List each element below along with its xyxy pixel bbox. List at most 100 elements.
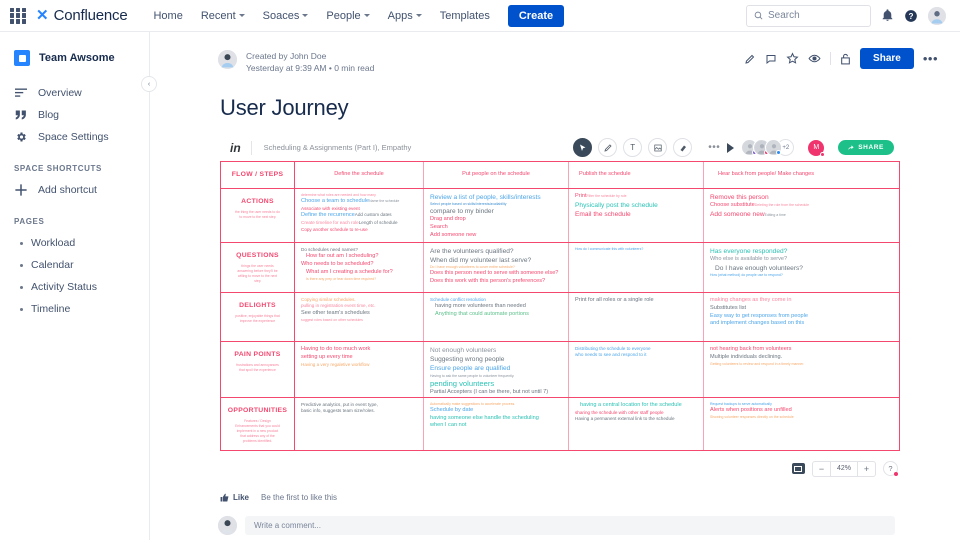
nav-item-spaces[interactable]: Soaces	[255, 6, 317, 26]
journey-cell[interactable]: How do I communicate this with volunteer…	[569, 242, 704, 292]
journey-note[interactable]: Alerts when positions are unfilled	[710, 407, 836, 415]
journey-note[interactable]: Are the volunteers qualified?	[430, 247, 562, 256]
confluence-home-link[interactable]: ✕ Confluence	[36, 7, 128, 24]
journey-note[interactable]: How (what method) do people use to respo…	[710, 273, 836, 278]
journey-note[interactable]: who needs to see and respond to it	[575, 352, 697, 359]
journey-cell[interactable]: Having to do too much work setting up eve…	[295, 341, 424, 397]
journey-note[interactable]: Review a list of people, skills/interest…	[430, 193, 562, 202]
text-tool-button[interactable]: T	[623, 138, 643, 158]
journey-note[interactable]: not hearing back from volunteers	[710, 346, 836, 354]
sidebar-page-activity-status[interactable]: Activity Status	[0, 276, 149, 298]
journey-cell[interactable]: Remove this person Choose substitute Dele…	[704, 189, 842, 242]
journey-cell[interactable]: Print for all roles or a single role	[569, 292, 704, 341]
journey-note[interactable]: making changes as they come in	[710, 297, 836, 305]
sidebar-collapse-button[interactable]: ‹	[141, 76, 157, 92]
journey-step-cell[interactable]: Define the schedule	[295, 161, 424, 188]
journey-note[interactable]: Substitutes list	[710, 305, 836, 313]
journey-cell[interactable]: Automatically make suggestions to accele…	[424, 397, 569, 450]
owner-avatar[interactable]: M	[808, 139, 826, 157]
watch-icon[interactable]	[808, 52, 821, 65]
journey-note[interactable]: Physically post the schedule	[575, 201, 697, 210]
share-button[interactable]: Share	[860, 48, 914, 69]
journey-note[interactable]: Does this work with this person's prefer…	[430, 278, 562, 286]
help-icon[interactable]: ?	[904, 9, 918, 23]
journey-note[interactable]: Define the recurrence Add custom dates	[301, 212, 417, 220]
add-shortcut-button[interactable]: Add shortcut	[0, 179, 149, 201]
journey-note[interactable]: Showing volunteer responses directly on …	[710, 415, 836, 420]
journey-note[interactable]: Who else is available to serve?	[710, 256, 836, 264]
journey-cell[interactable]: not hearing back from volunteers Multiple…	[704, 342, 842, 397]
journey-note[interactable]: What am I creating a schedule for?	[301, 269, 417, 277]
search-input[interactable]: Search	[746, 4, 871, 27]
journey-note-annotation[interactable]: Deleting the role from the schedule	[755, 203, 809, 208]
journey-cell[interactable]: Do schedules need names? How far out am I…	[295, 242, 424, 292]
journey-note[interactable]: How do I communicate this with volunteer…	[575, 247, 697, 252]
journey-note[interactable]: Has everyone responded?	[710, 247, 836, 256]
sidebar-page-timeline[interactable]: Timeline	[0, 298, 149, 320]
journey-cell[interactable]: determine what roles are needed and how …	[295, 188, 424, 242]
journey-cell[interactable]: Not enough volunteers Suggesting wrong pe…	[424, 341, 569, 397]
nav-item-templates[interactable]: Templates	[432, 6, 498, 26]
journey-note[interactable]: having a central location for the schedu…	[575, 402, 697, 410]
journey-note[interactable]: Anything that could automate portions	[430, 311, 562, 319]
pencil-tool-button[interactable]	[598, 138, 618, 158]
journey-note-annotation[interactable]: Add custom dates	[355, 212, 392, 219]
journey-note[interactable]: Having to do too much work	[301, 346, 417, 354]
journey-note[interactable]: Easy way to get responses from people	[710, 313, 836, 321]
sidebar-item-space-settings[interactable]: Space Settings	[0, 126, 149, 148]
journey-note[interactable]: Email the schedule	[575, 210, 697, 219]
nav-item-home[interactable]: Home	[145, 6, 190, 26]
journey-step-cell[interactable]: Put people on the schedule	[424, 161, 569, 188]
sidebar-page-calendar[interactable]: Calendar	[0, 254, 149, 276]
cursor-tool-button[interactable]	[573, 138, 593, 158]
shape-tool-button[interactable]	[648, 138, 668, 158]
journey-note-annotation[interactable]: Length of schedule	[359, 220, 398, 227]
invision-share-button[interactable]: SHARE	[838, 140, 894, 156]
journey-note[interactable]: Suggesting wrong people	[430, 355, 562, 364]
journey-note[interactable]: Add someone new Editing a time	[710, 210, 836, 219]
journey-note[interactable]: basic info, suggests team size/roles.	[301, 408, 417, 415]
journey-note-annotation[interactable]: Name the schedule	[369, 199, 399, 204]
nav-item-recent[interactable]: Recent	[193, 6, 253, 26]
journey-note[interactable]: Copy another schedule to re-use	[301, 227, 417, 234]
sidebar-item-overview[interactable]: Overview	[0, 82, 149, 104]
journey-note[interactable]: and implement changes based on this	[710, 320, 836, 328]
zoom-out-button[interactable]: −	[813, 462, 830, 476]
journey-note-annotation[interactable]: Editing a time	[765, 213, 786, 218]
journey-cell[interactable]: Has everyone responded? Who else is avail…	[704, 243, 842, 292]
journey-step-cell[interactable]: Publish the schedule	[569, 161, 704, 188]
journey-note[interactable]: having more volunteers than needed	[430, 303, 562, 311]
journey-note[interactable]: Is there any prep or tear down time requ…	[301, 277, 417, 282]
journey-cell[interactable]: Schedule conflict resolution having more …	[424, 292, 569, 341]
author-avatar[interactable]	[218, 50, 237, 69]
space-header[interactable]: Team Awsome	[0, 46, 149, 66]
journey-note[interactable]: Getting volunteers to review and respond…	[710, 362, 836, 367]
journey-note[interactable]: Partial Accepters (I can be there, but n…	[430, 389, 562, 396]
sidebar-page-workload[interactable]: Workload	[0, 232, 149, 254]
journey-note[interactable]: compare to my binder	[430, 207, 562, 216]
fit-screen-icon[interactable]	[791, 463, 805, 475]
journey-note[interactable]: How far out am I scheduling?	[301, 253, 417, 261]
journey-note[interactable]: Having a permanent external link to the …	[575, 416, 697, 423]
user-journey-map[interactable]: FLOW / STEPS Define the schedule Put peo…	[220, 160, 900, 451]
journey-cell[interactable]: Review a list of people, skills/interest…	[424, 188, 569, 242]
canvas-help-button[interactable]: ?	[883, 461, 898, 477]
bell-icon[interactable]	[881, 9, 894, 22]
journey-note[interactable]: When did my volunteer last serve?	[430, 256, 562, 265]
journey-cell[interactable]: having a central location for the schedu…	[569, 397, 704, 450]
nav-item-people[interactable]: People	[318, 6, 377, 26]
create-button[interactable]: Create	[507, 4, 565, 27]
profile-avatar[interactable]	[928, 6, 946, 25]
sidebar-item-blog[interactable]: Blog	[0, 104, 149, 126]
journey-cell[interactable]: Predictive analytics, put in event type,…	[295, 397, 424, 450]
nav-item-apps[interactable]: Apps	[380, 6, 430, 26]
eraser-tool-button[interactable]	[673, 138, 693, 158]
journey-note[interactable]: Multiple individuals declining.	[710, 354, 836, 362]
journey-cell[interactable]: Distributing the schedule to everyone who…	[569, 341, 704, 397]
comment-icon[interactable]	[765, 53, 777, 65]
journey-note[interactable]: Add someone new	[430, 232, 562, 240]
journey-note[interactable]: having someone else handle the schedulin…	[430, 415, 562, 423]
journey-note[interactable]: Choose substitute Deleting the role from…	[710, 202, 836, 210]
apps-grid-icon[interactable]	[10, 7, 26, 24]
journey-cell[interactable]: Are the volunteers qualified? When did my…	[424, 242, 569, 292]
